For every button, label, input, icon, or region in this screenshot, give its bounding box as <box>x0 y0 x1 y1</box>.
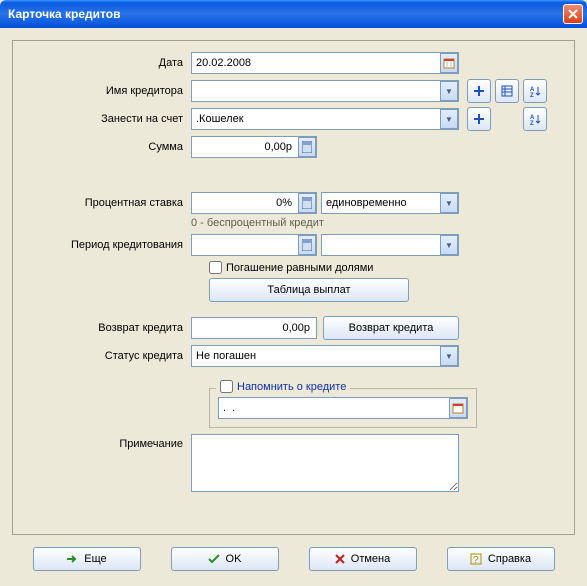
help-button[interactable]: ? Справка <box>447 547 555 571</box>
sum-calc-button[interactable] <box>298 137 316 157</box>
plus-icon <box>473 85 485 97</box>
calendar-icon <box>452 402 464 414</box>
more-button[interactable]: Еще <box>33 547 141 571</box>
equal-pay-label: Погашение равными долями <box>226 262 373 274</box>
rate-label: Процентная ставка <box>23 197 191 209</box>
window-body: Дата Имя кредитора ▼ <box>0 28 587 586</box>
rate-calc-button[interactable] <box>298 193 316 213</box>
remind-checkbox[interactable] <box>220 380 233 393</box>
calculator-icon <box>302 141 312 153</box>
return-button[interactable]: Возврат кредита <box>323 316 459 340</box>
note-label: Примечание <box>23 434 191 450</box>
status-dropdown-button[interactable]: ▼ <box>440 346 458 366</box>
sort-creditor-button[interactable]: AZ <box>523 79 547 103</box>
status-label: Статус кредита <box>23 350 191 362</box>
note-textarea[interactable] <box>191 434 459 492</box>
ok-button-label: OK <box>226 553 242 565</box>
cancel-button[interactable]: Отмена <box>309 547 417 571</box>
cross-icon <box>335 554 345 564</box>
rate-hint: 0 - беспроцентный кредит <box>191 217 564 229</box>
creditor-label: Имя кредитора <box>23 85 191 97</box>
equal-pay-checkbox[interactable] <box>209 261 222 274</box>
titlebar: Карточка кредитов <box>0 0 587 28</box>
return-button-label: Возврат кредита <box>349 322 434 334</box>
sort-icon: AZ <box>529 85 541 97</box>
rate-mode-dropdown-button[interactable]: ▼ <box>440 193 458 213</box>
date-input[interactable] <box>191 52 459 74</box>
close-button[interactable] <box>563 4 583 24</box>
help-icon: ? <box>470 553 482 565</box>
period-unit-combo[interactable] <box>321 234 459 256</box>
add-creditor-button[interactable] <box>467 79 491 103</box>
window-title: Карточка кредитов <box>8 7 563 21</box>
sum-label: Сумма <box>23 141 191 153</box>
remind-date-input[interactable] <box>218 397 468 419</box>
list-creditor-button[interactable] <box>495 79 519 103</box>
period-unit-dropdown-button[interactable]: ▼ <box>440 235 458 255</box>
creditor-dropdown-button[interactable]: ▼ <box>440 81 458 101</box>
account-dropdown-button[interactable]: ▼ <box>440 109 458 129</box>
close-icon <box>568 9 578 19</box>
arrow-right-icon <box>66 554 78 564</box>
svg-text:Z: Z <box>530 121 534 125</box>
creditor-combo[interactable] <box>191 80 459 102</box>
svg-text:Z: Z <box>530 93 534 97</box>
remind-group: Напомнить о кредите <box>209 388 477 428</box>
button-bar: Еще OK Отмена ? Справка <box>12 547 575 571</box>
check-icon <box>208 554 220 564</box>
account-label: Занести на счет <box>23 113 191 125</box>
calculator-icon <box>302 197 312 209</box>
date-label: Дата <box>23 57 191 69</box>
schedule-button-label: Таблица выплат <box>267 284 350 296</box>
sort-icon: AZ <box>529 113 541 125</box>
more-button-label: Еще <box>84 553 106 565</box>
remind-calendar-button[interactable] <box>449 398 467 418</box>
return-input[interactable] <box>191 317 317 339</box>
schedule-button[interactable]: Таблица выплат <box>209 278 409 302</box>
remind-label: Напомнить о кредите <box>237 381 346 393</box>
svg-text:?: ? <box>473 555 479 565</box>
calendar-icon <box>443 57 455 69</box>
calculator-icon <box>302 239 312 251</box>
cancel-button-label: Отмена <box>351 553 390 565</box>
list-icon <box>501 85 513 97</box>
help-button-label: Справка <box>488 553 531 565</box>
account-combo[interactable] <box>191 108 459 130</box>
status-combo[interactable] <box>191 345 459 367</box>
calendar-button[interactable] <box>440 53 458 73</box>
ok-button[interactable]: OK <box>171 547 279 571</box>
form-panel: Дата Имя кредитора ▼ <box>12 40 575 535</box>
period-calc-button[interactable] <box>298 235 316 255</box>
period-label: Период кредитования <box>23 239 191 251</box>
rate-mode-combo[interactable] <box>321 192 459 214</box>
return-label: Возврат кредита <box>23 322 191 334</box>
sort-account-button[interactable]: AZ <box>523 107 547 131</box>
plus-icon <box>473 113 485 125</box>
add-account-button[interactable] <box>467 107 491 131</box>
